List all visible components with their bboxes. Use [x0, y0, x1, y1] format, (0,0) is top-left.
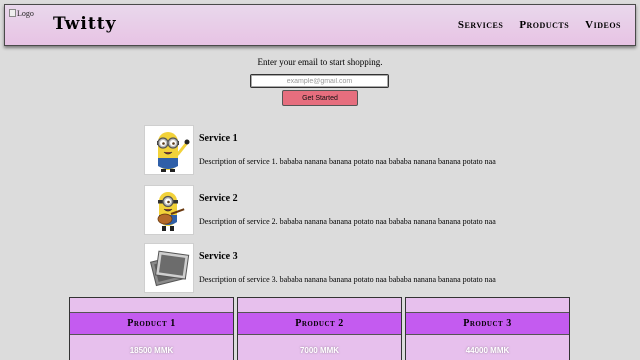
service-item: Service 1 Description of service 1. baba… — [144, 125, 564, 175]
minion-guitar-image — [144, 185, 194, 235]
brand-name[interactable]: Twitty — [53, 14, 116, 34]
service-item: Service 3 Description of service 3. baba… — [144, 243, 564, 293]
product-name: Product 3 — [406, 312, 569, 335]
minion-waving-image — [144, 125, 194, 175]
nav-services[interactable]: Services — [458, 19, 503, 31]
service-item: Service 2 Description of service 2. baba… — [144, 185, 564, 235]
site-header: Logo Twitty Services Products Videos — [4, 4, 636, 46]
logo-alt-text: Logo — [17, 9, 34, 18]
photo-placeholder-image — [144, 243, 194, 293]
get-started-button[interactable]: Get Started — [282, 90, 358, 106]
product-price: 44000 MMK — [465, 346, 510, 355]
logo-image[interactable]: Logo — [9, 9, 49, 23]
product-card[interactable]: Product 3 44000 MMK — [405, 297, 570, 360]
service-title: Service 1 — [199, 133, 238, 144]
service-title: Service 3 — [199, 251, 238, 262]
service-description: Description of service 1. bababa nanana … — [199, 157, 496, 166]
service-title: Service 2 — [199, 193, 238, 204]
product-name: Product 2 — [238, 312, 401, 335]
service-description: Description of service 2. bababa nanana … — [199, 217, 496, 226]
nav-products[interactable]: Products — [519, 19, 569, 31]
product-price: 18500 MMK — [129, 346, 174, 355]
main-nav: Services Products Videos — [458, 19, 621, 31]
product-price: 7000 MMK — [299, 346, 340, 355]
service-description: Description of service 3. bababa nanana … — [199, 275, 496, 284]
email-field[interactable] — [250, 74, 389, 88]
signup-prompt: Enter your email to start shopping. — [257, 57, 383, 67]
broken-image-icon — [9, 9, 16, 17]
product-card[interactable]: Product 1 18500 MMK — [69, 297, 234, 360]
product-list: Product 1 18500 MMK Product 2 7000 MMK P… — [69, 297, 571, 360]
nav-videos[interactable]: Videos — [585, 19, 621, 31]
product-card[interactable]: Product 2 7000 MMK — [237, 297, 402, 360]
product-name: Product 1 — [70, 312, 233, 335]
